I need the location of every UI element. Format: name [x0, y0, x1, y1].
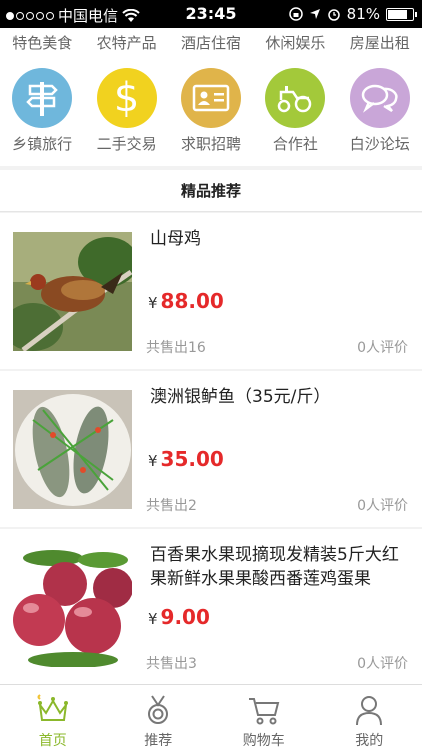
tab-mine[interactable]: 我的	[317, 685, 422, 750]
category-second-hand[interactable]: $ 二手交易	[85, 56, 169, 166]
cart-icon	[248, 698, 280, 725]
category-label: 合作社	[272, 135, 318, 153]
review-count: 0人评价	[357, 656, 408, 672]
category-link[interactable]: 农特产品	[97, 32, 157, 53]
person-icon	[356, 696, 383, 726]
product-name: 百香果水果现摘现发精装5斤大红果新鲜水果果酸西番莲鸡蛋果	[150, 545, 399, 589]
category-label: 白沙论坛	[349, 135, 410, 153]
category-label: 求职招聘	[180, 135, 241, 153]
category-forum[interactable]: 白沙论坛	[338, 56, 422, 166]
review-count: 0人评价	[357, 498, 408, 514]
sold-count: 共售出16	[146, 340, 206, 356]
medal-icon	[148, 695, 169, 724]
tab-recommend[interactable]: 推荐	[106, 685, 212, 750]
status-bar: 中国电信 23:45 81%	[0, 0, 422, 28]
product-card[interactable]: 百香果水果现摘现发精装5斤大红果新鲜水果果酸西番莲鸡蛋果 ¥9.00 共售出3 …	[0, 529, 422, 685]
location-arrow-icon	[309, 9, 320, 19]
review-count: 0人评价	[357, 340, 408, 356]
rotation-lock-icon	[288, 7, 303, 21]
passionfruit-photo	[13, 548, 132, 667]
product-name: 澳洲银鲈鱼（35元/斤）	[150, 387, 331, 407]
battery-icon	[386, 7, 417, 21]
battery-percent: 81%	[346, 5, 380, 23]
tab-label: 首页	[38, 733, 67, 749]
category-rural-travel[interactable]: 乡镇旅行	[0, 56, 84, 166]
category-icon-row: 乡镇旅行 $ 二手交易 求职招聘 合作社 白沙论坛	[0, 56, 422, 166]
hen-photo	[13, 232, 132, 351]
product-name: 山母鸡	[150, 229, 201, 249]
category-link[interactable]: 房屋出租	[350, 32, 410, 53]
category-jobs[interactable]: 求职招聘	[169, 56, 253, 166]
alarm-icon	[327, 9, 340, 21]
category-label: 二手交易	[96, 135, 157, 153]
category-text-row: 特色美食 农特产品 酒店住宿 休闲娱乐 房屋出租	[0, 28, 422, 56]
fish-photo	[13, 390, 132, 509]
sold-count: 共售出2	[146, 498, 197, 514]
product-price: ¥88.00	[148, 289, 224, 313]
category-link[interactable]: 特色美食	[12, 32, 72, 53]
section-title: 精品推荐	[0, 170, 422, 212]
id-card-icon	[180, 68, 241, 128]
product-price: ¥35.00	[148, 447, 224, 471]
category-label: 乡镇旅行	[12, 135, 73, 153]
chat-bubbles-icon	[349, 68, 410, 128]
product-price: ¥9.00	[148, 605, 210, 629]
product-card[interactable]: 澳洲银鲈鱼（35元/斤） ¥35.00 共售出2 0人评价	[0, 371, 422, 527]
category-link[interactable]: 酒店住宿	[181, 32, 241, 53]
category-link[interactable]: 休闲娱乐	[265, 32, 325, 53]
signpost-icon	[12, 68, 73, 128]
bottom-tab-bar: 首页 推荐 购物车 我的	[0, 684, 422, 750]
product-card[interactable]: 山母鸡 ¥88.00 共售出16 0人评价	[0, 213, 422, 369]
sold-count: 共售出3	[146, 656, 197, 672]
dollar-icon: $	[96, 68, 157, 128]
tab-cart[interactable]: 购物车	[211, 685, 317, 750]
crown-icon	[37, 694, 68, 721]
tractor-icon	[265, 68, 326, 128]
tab-label: 我的	[355, 733, 384, 749]
tab-label: 购物车	[242, 733, 285, 749]
tab-home[interactable]: 首页	[0, 685, 106, 750]
category-cooperative[interactable]: 合作社	[253, 56, 337, 166]
tab-label: 推荐	[144, 733, 173, 749]
